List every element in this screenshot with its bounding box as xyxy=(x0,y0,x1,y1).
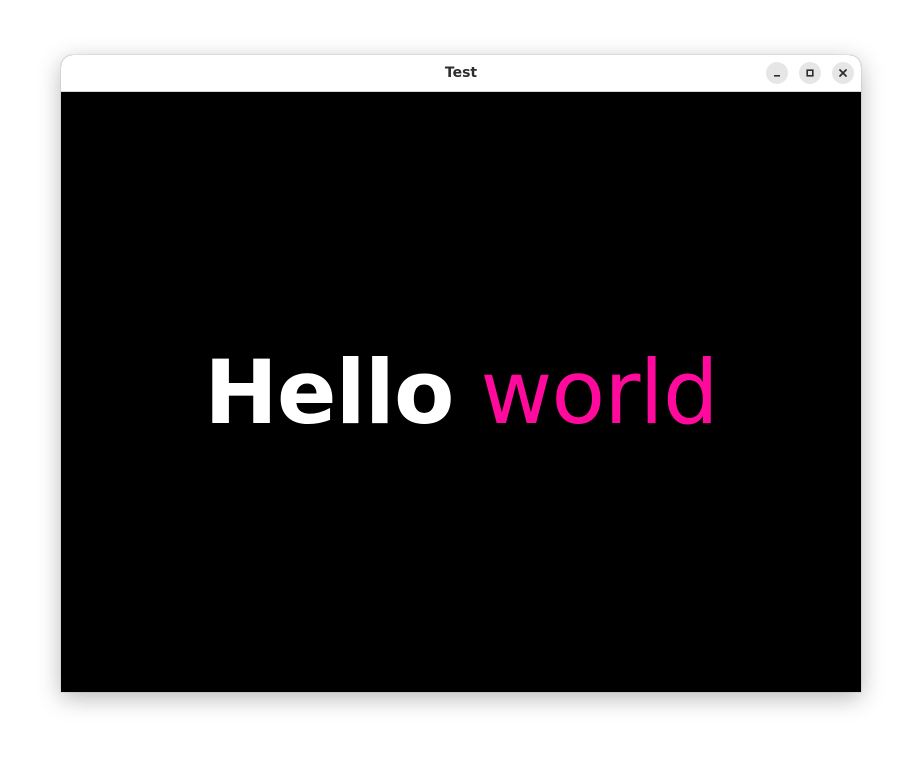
close-icon xyxy=(839,69,847,77)
close-button[interactable] xyxy=(832,62,854,84)
maximize-button[interactable] xyxy=(799,62,821,84)
maximize-icon xyxy=(806,69,814,77)
title-bar[interactable]: Test xyxy=(61,55,861,92)
window-title: Test xyxy=(444,65,478,81)
world-word: world xyxy=(480,341,718,444)
hello-word: Hello xyxy=(204,341,454,444)
content-area: Hello world xyxy=(61,92,861,692)
window-controls xyxy=(766,62,854,84)
minimize-button[interactable] xyxy=(766,62,788,84)
greeting-text: Hello world xyxy=(61,338,861,448)
app-window: Test Hello world xyxy=(61,55,861,692)
minimize-icon xyxy=(774,75,780,77)
